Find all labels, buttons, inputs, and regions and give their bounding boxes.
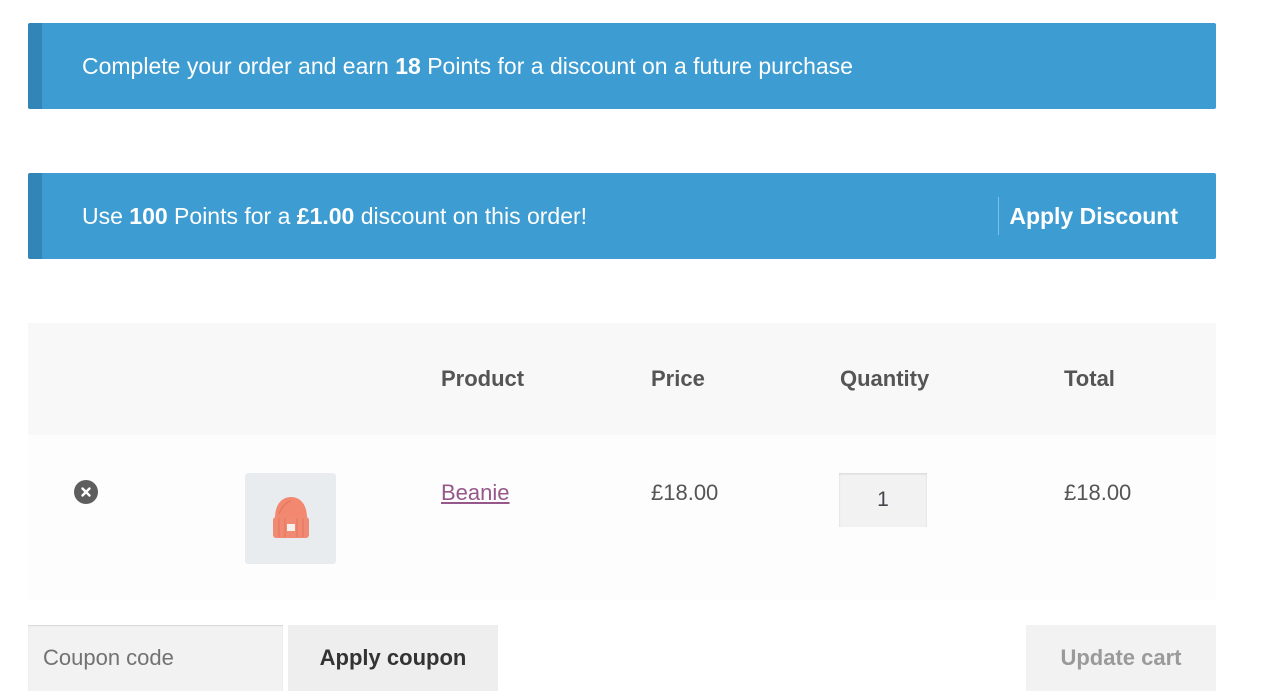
apply-coupon-button[interactable]: Apply coupon	[288, 625, 498, 691]
redeem-discount-amount: £1.00	[296, 202, 355, 229]
apply-discount-button[interactable]: Apply Discount	[1009, 173, 1178, 259]
earn-notice-prefix: Complete your order and earn	[82, 52, 396, 79]
cart-page: Complete your order and earn 18 Points f…	[0, 0, 1272, 700]
earn-notice-text: Complete your order and earn 18 Points f…	[82, 53, 853, 80]
earn-points-value: 18	[395, 52, 421, 79]
header-total: Total	[1064, 366, 1115, 391]
cart-table: Product Price Quantity Total Beanie £18.…	[28, 323, 1216, 600]
remove-item-icon[interactable]	[74, 480, 98, 504]
notice-divider	[998, 197, 999, 235]
update-cart-button[interactable]: Update cart	[1026, 625, 1216, 691]
header-product: Product	[441, 366, 525, 391]
header-quantity: Quantity	[840, 366, 930, 391]
product-link-beanie[interactable]: Beanie	[441, 480, 510, 505]
header-price: Price	[651, 366, 705, 391]
redeem-points-notice: Use 100 Points for a £1.00 discount on t…	[28, 173, 1216, 259]
product-price: £18.00	[651, 480, 719, 505]
beanie-image	[272, 496, 309, 538]
redeem-notice-middle: Points for a	[167, 202, 297, 229]
product-thumbnail[interactable]	[245, 473, 336, 564]
redeem-notice-prefix: Use	[82, 202, 130, 229]
product-name-cell: Beanie	[441, 480, 510, 506]
close-icon	[81, 487, 91, 497]
redeem-points-value: 100	[129, 202, 168, 229]
coupon-code-input[interactable]	[28, 625, 283, 691]
earn-notice-suffix: Points for a discount on a future purcha…	[420, 52, 853, 79]
cart-table-header: Product Price Quantity Total	[28, 323, 1216, 435]
redeem-notice-text: Use 100 Points for a £1.00 discount on t…	[82, 203, 587, 230]
quantity-input[interactable]	[839, 473, 927, 527]
earn-points-notice: Complete your order and earn 18 Points f…	[28, 23, 1216, 109]
redeem-notice-suffix: discount on this order!	[354, 202, 588, 229]
product-subtotal: £18.00	[1064, 480, 1132, 505]
cart-item-row: Beanie £18.00 £18.00	[28, 435, 1216, 600]
